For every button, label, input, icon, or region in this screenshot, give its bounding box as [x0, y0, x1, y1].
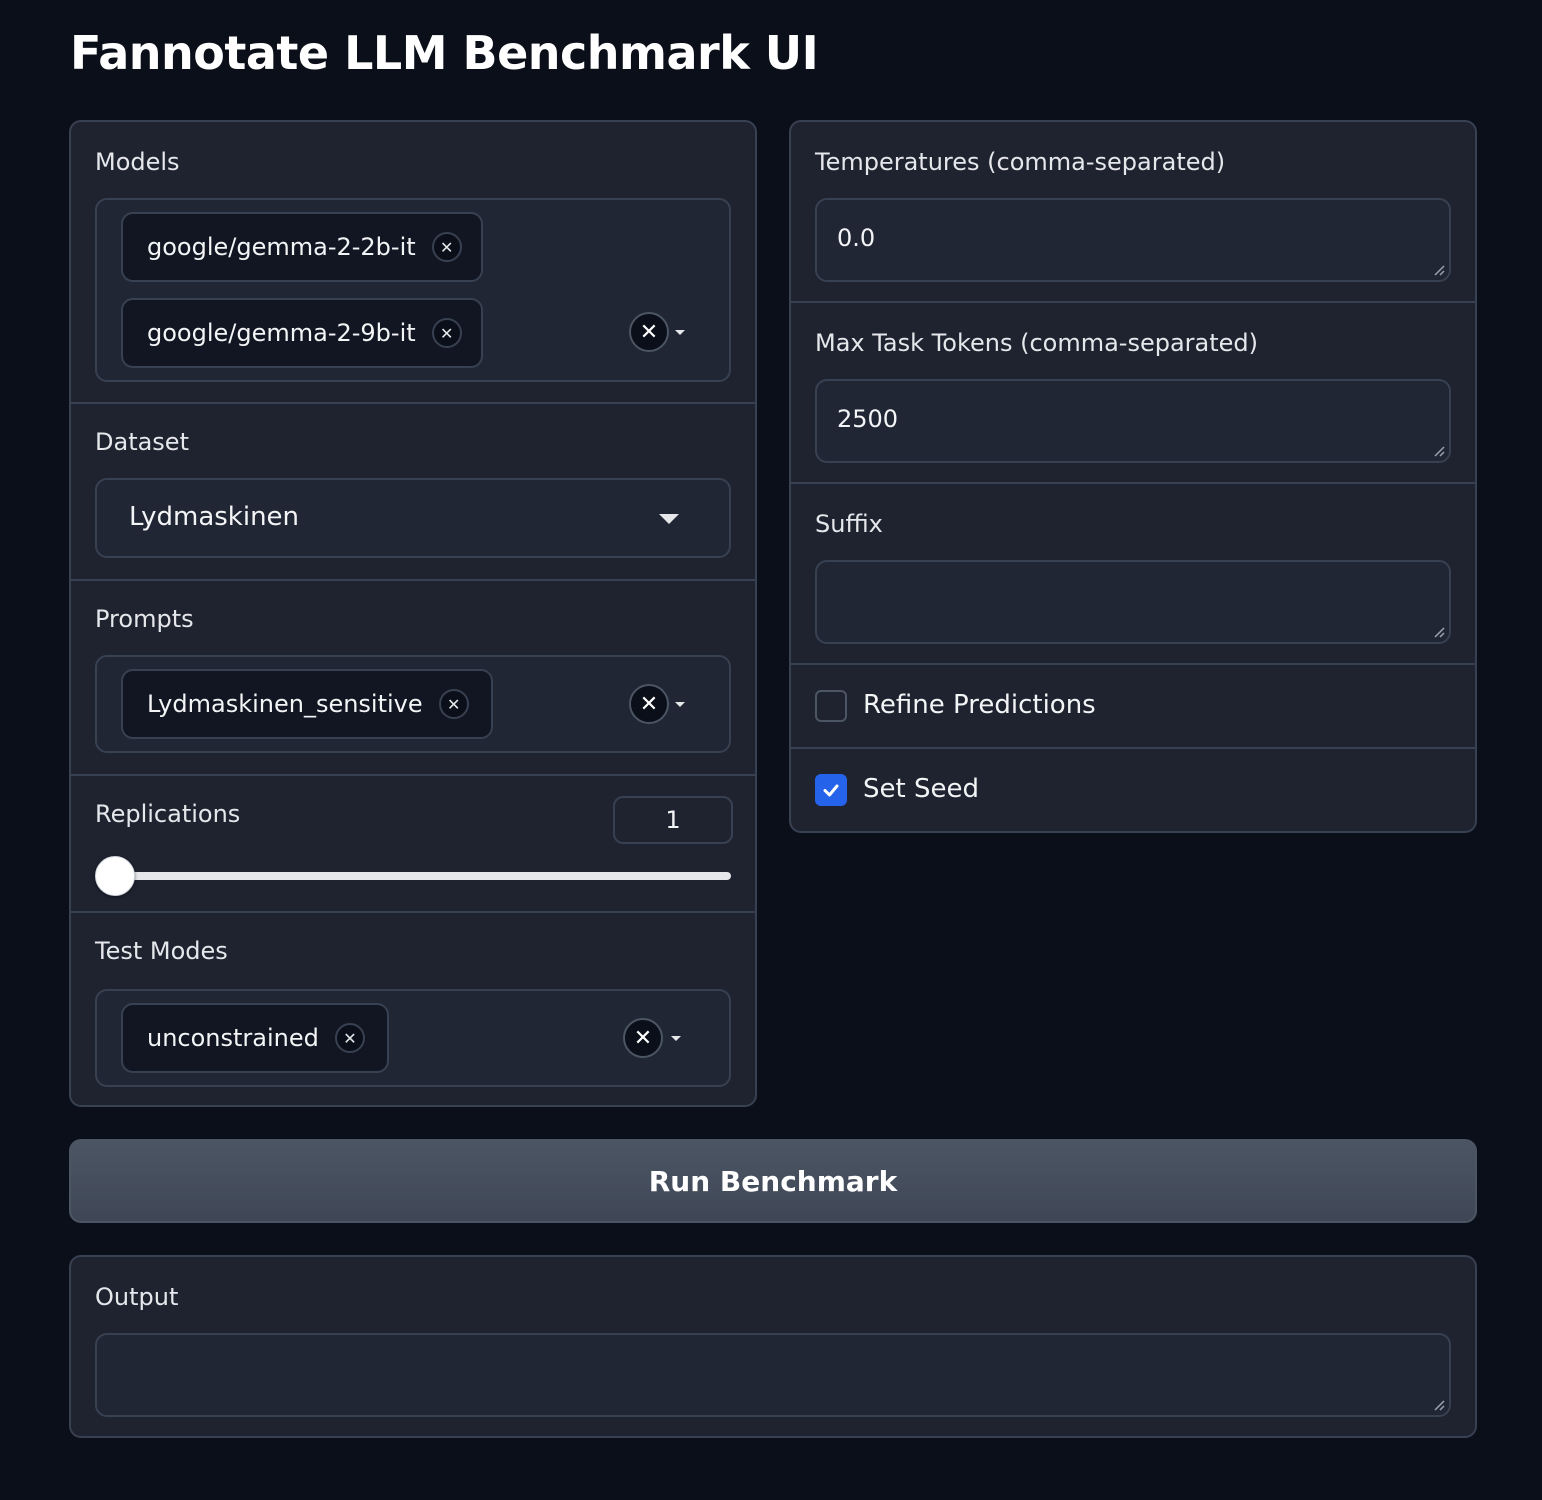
refine-predictions-checkbox[interactable] — [815, 690, 847, 722]
replications-number-input[interactable]: 1 — [613, 796, 733, 844]
remove-chip-icon[interactable]: ✕ — [431, 232, 462, 262]
temperatures-label: Temperatures (comma-separated) — [815, 148, 1226, 176]
models-multiselect[interactable]: google/gemma-2-2b-it ✕ google/gemma-2-9b… — [95, 198, 731, 382]
prompts-block: Prompts Lydmaskinen_sensitive ✕ ✕ — [71, 581, 755, 776]
remove-chip-icon[interactable]: ✕ — [334, 1023, 365, 1053]
output-label: Output — [95, 1283, 179, 1311]
test-mode-chip: unconstrained ✕ — [121, 1003, 389, 1073]
dataset-dropdown[interactable]: Lydmaskinen — [95, 478, 731, 558]
suffix-label: Suffix — [815, 510, 883, 538]
temperatures-block: Temperatures (comma-separated) 0.0 — [791, 122, 1475, 303]
prompt-chip: Lydmaskinen_sensitive ✕ — [121, 669, 493, 739]
output-textbox[interactable] — [95, 1333, 1451, 1417]
clear-all-icon[interactable]: ✕ — [629, 684, 669, 724]
dataset-block: Dataset Lydmaskinen — [71, 404, 755, 581]
prompts-label: Prompts — [95, 605, 194, 633]
temperatures-value: 0.0 — [837, 224, 876, 252]
replications-slider-thumb[interactable] — [95, 856, 135, 896]
checkmark-icon — [823, 784, 839, 797]
max-task-tokens-value: 2500 — [837, 405, 899, 433]
test-modes-block: Test Modes unconstrained ✕ ✕ — [71, 913, 755, 1105]
set-seed-checkbox[interactable] — [815, 774, 847, 806]
run-benchmark-button[interactable]: Run Benchmark — [69, 1139, 1477, 1223]
max-task-tokens-label: Max Task Tokens (comma-separated) — [815, 329, 1259, 357]
clear-all-icon[interactable]: ✕ — [623, 1018, 663, 1058]
model-chip: google/gemma-2-2b-it ✕ — [121, 212, 483, 282]
chevron-down-icon[interactable] — [659, 514, 679, 524]
refine-predictions-label[interactable]: Refine Predictions — [863, 690, 1096, 720]
remove-chip-icon[interactable]: ✕ — [438, 689, 469, 719]
resize-handle-icon[interactable] — [1431, 443, 1445, 457]
dataset-selected-value: Lydmaskinen — [129, 502, 300, 532]
replications-label: Replications — [95, 800, 241, 828]
test-mode-chip-label: unconstrained — [147, 1024, 319, 1052]
replications-value: 1 — [665, 806, 681, 834]
models-block: Models google/gemma-2-2b-it ✕ google/gem… — [71, 122, 755, 404]
prompts-multiselect[interactable]: Lydmaskinen_sensitive ✕ ✕ — [95, 655, 731, 753]
replications-block: Replications 1 — [71, 776, 755, 913]
models-label: Models — [95, 148, 180, 176]
dataset-label: Dataset — [95, 428, 189, 456]
page-title: Fannotate LLM Benchmark UI — [70, 26, 819, 80]
remove-chip-icon[interactable]: ✕ — [431, 318, 462, 348]
resize-handle-icon[interactable] — [1431, 624, 1445, 638]
prompt-chip-label: Lydmaskinen_sensitive — [147, 690, 423, 718]
chevron-down-icon[interactable] — [671, 1036, 681, 1041]
temperatures-textbox[interactable]: 0.0 — [815, 198, 1451, 282]
model-chip-label: google/gemma-2-2b-it — [147, 233, 416, 261]
chevron-down-icon[interactable] — [675, 330, 685, 335]
left-panel: Models google/gemma-2-2b-it ✕ google/gem… — [69, 120, 757, 1107]
test-modes-label: Test Modes — [95, 937, 228, 965]
clear-all-icon[interactable]: ✕ — [629, 312, 669, 352]
output-panel: Output — [69, 1255, 1477, 1438]
refine-predictions-block: Refine Predictions — [791, 665, 1475, 749]
max-task-tokens-block: Max Task Tokens (comma-separated) 2500 — [791, 303, 1475, 484]
suffix-textbox[interactable] — [815, 560, 1451, 644]
test-modes-multiselect[interactable]: unconstrained ✕ ✕ — [95, 989, 731, 1087]
resize-handle-icon[interactable] — [1431, 262, 1445, 276]
right-panel: Temperatures (comma-separated) 0.0 Max T… — [789, 120, 1477, 833]
replications-slider-track[interactable] — [95, 872, 731, 880]
set-seed-label[interactable]: Set Seed — [863, 774, 979, 804]
resize-handle-icon[interactable] — [1431, 1397, 1445, 1411]
model-chip-label: google/gemma-2-9b-it — [147, 319, 416, 347]
set-seed-block: Set Seed — [791, 749, 1475, 831]
model-chip: google/gemma-2-9b-it ✕ — [121, 298, 483, 368]
max-task-tokens-textbox[interactable]: 2500 — [815, 379, 1451, 463]
chevron-down-icon[interactable] — [675, 702, 685, 707]
suffix-block: Suffix — [791, 484, 1475, 665]
